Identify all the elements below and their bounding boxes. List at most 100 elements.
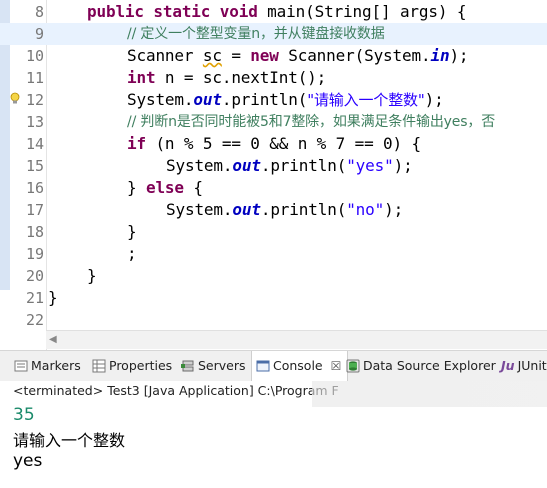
code-text: System.out.println("yes");: [166, 155, 413, 177]
tab-data-source-explorer[interactable]: Data Source Explorer: [346, 351, 496, 381]
static-field: out: [232, 156, 261, 175]
servers-icon: [181, 360, 194, 372]
code-token: Scanner: [127, 46, 203, 65]
console-status-text: <terminated> Test3 [Java Application] C:…: [13, 383, 339, 398]
line-number: 20: [25, 267, 44, 285]
tab-label: Markers: [31, 358, 81, 373]
code-line-12[interactable]: 12 System.out.println("请输入一个整数");: [0, 89, 547, 111]
tab-junit[interactable]: Ju JUnit: [501, 351, 547, 381]
code-line-17[interactable]: 17 System.out.println("no");: [0, 199, 547, 221]
console-user-input: 35: [13, 405, 35, 425]
line-number: 10: [25, 47, 44, 65]
comment: // 判断n是否同时能被5和7整除，如果满足条件输出yes，否: [127, 114, 496, 130]
code-line-20[interactable]: 20 }: [0, 265, 547, 287]
line-number: 15: [25, 157, 44, 175]
code-token: n = sc.nextInt();: [155, 68, 327, 87]
code-token: System.: [127, 90, 194, 109]
tab-console[interactable]: Console ☒: [251, 351, 349, 382]
keyword: public static void: [87, 2, 258, 21]
code-token: .println(: [260, 200, 347, 219]
code-token: );: [384, 200, 404, 219]
code-line-9-current[interactable]: 9 // 定义一个整型变量n，并从键盘接收数据: [0, 23, 547, 45]
code-token: }: [127, 178, 146, 197]
line-number: 19: [25, 245, 44, 263]
console-output-line: 请输入一个整数: [13, 431, 126, 450]
line-number: 11: [25, 69, 44, 87]
string-literal: "no": [346, 200, 385, 219]
code-text: } else {: [127, 177, 203, 199]
line-number: 14: [25, 135, 44, 153]
code-token: );: [424, 90, 444, 109]
code-line-22[interactable]: 22: [0, 309, 547, 331]
static-field: out: [193, 90, 222, 109]
code-line-16[interactable]: 16 } else {: [0, 177, 547, 199]
static-field: in: [430, 46, 450, 65]
close-icon[interactable]: ☒: [331, 359, 342, 373]
tab-label: JUnit: [517, 358, 547, 373]
code-line-19[interactable]: 19 ;: [0, 243, 547, 265]
junit-icon: Ju: [501, 358, 515, 373]
tab-label: Console: [273, 358, 323, 373]
code-line-15[interactable]: 15 System.out.println("yes");: [0, 155, 547, 177]
warning-token[interactable]: sc: [203, 46, 222, 65]
console-output-line: yes: [13, 451, 43, 471]
code-line-21[interactable]: 21 }: [0, 287, 547, 309]
console-icon: [256, 360, 270, 372]
code-token: =: [221, 46, 251, 65]
tab-servers[interactable]: Servers: [181, 351, 246, 381]
code-text: public static void main(String[] args) {: [87, 1, 466, 23]
tab-properties[interactable]: Properties: [92, 351, 172, 381]
view-tab-bar: Markers Properties Servers Console ☒ Dat…: [0, 350, 547, 382]
string-literal: "yes": [346, 156, 394, 175]
line-number: 12: [25, 91, 44, 109]
keyword: if: [127, 134, 146, 153]
line-number: 13: [25, 113, 44, 131]
scroll-left-icon[interactable]: ◀: [49, 334, 57, 345]
keyword: int: [127, 68, 156, 87]
comment: // 定义一个整型变量n，并从键盘接收数据: [127, 26, 385, 42]
code-line-18[interactable]: 18 }: [0, 221, 547, 243]
code-token: (n % 5 == 0 && n % 7 == 0) {: [145, 134, 421, 153]
code-text: Scanner sc = new Scanner(System.in);: [127, 45, 469, 67]
string-literal: "请输入一个整数": [307, 91, 425, 109]
console-output[interactable]: <terminated> Test3 [Java Application] C:…: [0, 381, 547, 488]
code-token: .println(: [260, 156, 347, 175]
code-text: if (n % 5 == 0 && n % 7 == 0) {: [127, 133, 421, 155]
code-text: }: [127, 222, 137, 241]
code-token: {: [183, 178, 203, 197]
code-line-8[interactable]: 8 public static void main(String[] args)…: [0, 1, 547, 23]
code-token: System.: [166, 156, 233, 175]
code-text: int n = sc.nextInt();: [127, 67, 326, 89]
tab-label: Servers: [198, 358, 246, 373]
line-number: 9: [34, 25, 44, 43]
data-source-icon: [346, 359, 360, 373]
markers-icon: [14, 360, 28, 372]
keyword: new: [250, 46, 279, 65]
code-text: ;: [127, 244, 137, 263]
code-line-10[interactable]: 10 Scanner sc = new Scanner(System.in);: [0, 45, 547, 104]
code-line-14[interactable]: 14 if (n % 5 == 0 && n % 7 == 0) {: [0, 133, 547, 155]
code-token: );: [393, 156, 413, 175]
static-field: out: [232, 200, 261, 219]
redacted-path-blur: [312, 381, 547, 407]
tab-label: Properties: [109, 358, 173, 373]
code-token: Scanner(System.: [278, 46, 431, 65]
code-token: );: [449, 46, 469, 65]
code-line-13[interactable]: 13 // 判断n是否同时能被5和7整除，如果满足条件输出yes，否: [0, 111, 547, 133]
code-text: }: [48, 288, 58, 307]
line-number: 18: [25, 223, 44, 241]
tab-markers[interactable]: Markers: [14, 351, 81, 381]
line-number: 21: [25, 289, 44, 307]
properties-icon: [92, 359, 106, 373]
code-text: System.out.println("请输入一个整数");: [127, 89, 444, 111]
horizontal-scrollbar[interactable]: ◀: [46, 330, 547, 349]
line-number: 22: [25, 311, 44, 329]
keyword: else: [145, 178, 184, 197]
line-number: 17: [25, 201, 44, 219]
code-token: main(String[] args) {: [257, 2, 467, 21]
line-number: 16: [25, 179, 44, 197]
code-token: System.: [166, 200, 233, 219]
code-editor[interactable]: 8 public static void main(String[] args)…: [0, 0, 547, 350]
code-line-11[interactable]: 11 int n = sc.nextInt();: [0, 67, 547, 89]
code-text: }: [87, 266, 97, 285]
